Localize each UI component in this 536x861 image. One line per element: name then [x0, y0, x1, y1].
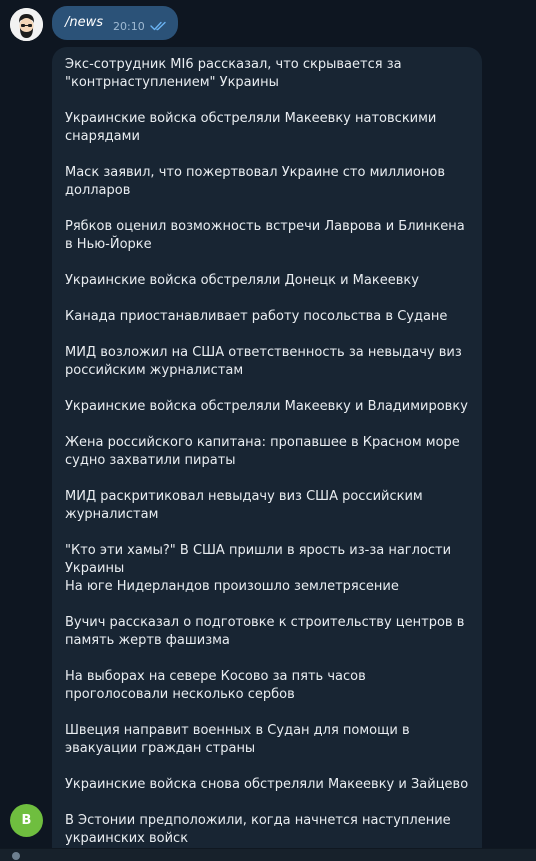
attach-icon[interactable] [12, 852, 20, 860]
news-item: "Кто эти хамы?" В США пришли в ярость из… [65, 543, 452, 576]
news-item: Швеция направит военных в Судан для помо… [65, 723, 410, 756]
news-item: МИД раскритиковал невыдачу виз США росси… [65, 489, 423, 522]
double-check-icon [150, 21, 166, 31]
news-item: Экс-сотрудник MI6 рассказал, что скрывае… [65, 57, 402, 90]
outgoing-message[interactable]: /news 20:10 [52, 6, 178, 40]
news-item: Вучич рассказал о подготовке к строитель… [65, 615, 465, 648]
news-item: Жена российского капитана: пропавшее в К… [65, 435, 460, 468]
news-item: Украинские войска снова обстреляли Макее… [65, 777, 469, 792]
incoming-message[interactable]: Экс-сотрудник MI6 рассказал, что скрывае… [52, 47, 482, 861]
news-item: Украинские войска обстреляли Донецк и Ма… [65, 273, 419, 288]
news-item: Рябков оценил возможность встречи Лавров… [65, 219, 465, 252]
news-item: МИД возложил на США ответственность за н… [65, 345, 462, 378]
outgoing-message-time: 20:10 [113, 20, 145, 33]
news-item: В Эстонии предположили, когда начнется н… [65, 813, 451, 846]
chat-window: /news 20:10 Экс-сотрудник MI6 рассказал,… [0, 0, 536, 861]
outgoing-message-text: /news [65, 15, 104, 30]
news-item: Украинские войска обстреляли Макеевку на… [65, 111, 437, 144]
news-item: На выборах на севере Косово за пять часо… [65, 669, 366, 702]
news-item: Маск заявил, что пожертвовал Украине сто… [65, 165, 445, 198]
bot-avatar[interactable]: B [10, 804, 43, 837]
user-avatar[interactable] [10, 8, 43, 41]
news-item: Канада приостанавливает работу посольств… [65, 309, 448, 324]
user-avatar-image [10, 8, 43, 41]
message-input-bar[interactable] [0, 848, 536, 861]
news-item: На юге Нидерландов произошло землетрясен… [65, 579, 399, 594]
news-item: Украинские войска обстреляли Макеевку и … [65, 399, 468, 414]
